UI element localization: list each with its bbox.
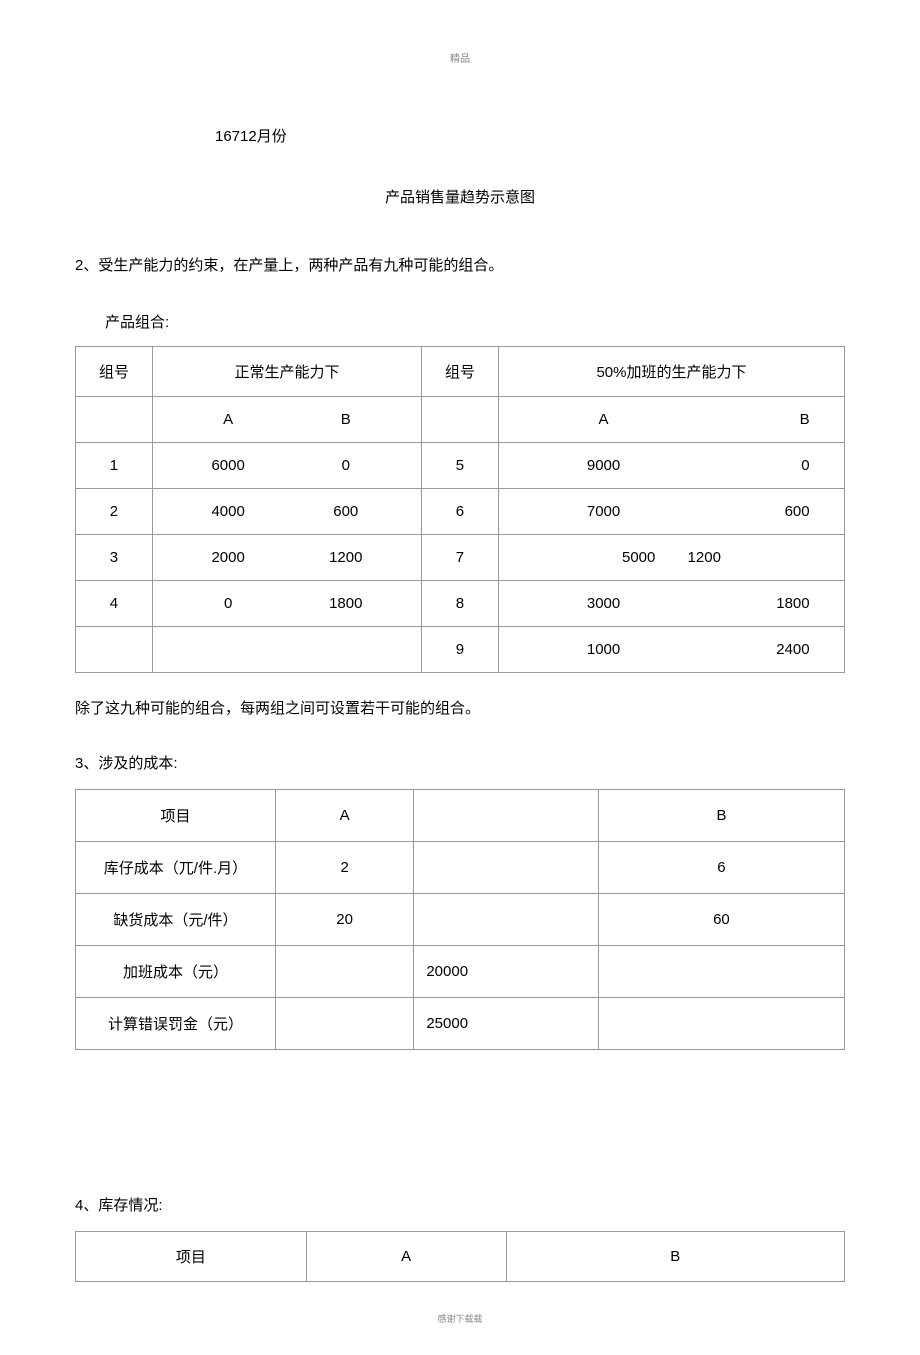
table-cell <box>275 998 413 1050</box>
table-header: 组号 <box>422 347 499 397</box>
cell-value: 7000 <box>521 503 686 520</box>
table-header: 组号 <box>76 347 153 397</box>
table-row: 项目 A B <box>76 790 845 842</box>
table-cell: 计算错误罚金（元） <box>76 998 276 1050</box>
inventory-table: 项目 A B <box>75 1231 845 1282</box>
sub-header-b: B <box>690 411 822 428</box>
cell-value: 1200 <box>289 549 402 566</box>
cell-value: 0 <box>171 595 284 612</box>
cell-value: 6000 <box>171 457 284 474</box>
table-cell <box>598 998 844 1050</box>
table-header: A <box>275 790 413 842</box>
table-header: 项目 <box>76 790 276 842</box>
table-cell <box>76 627 153 673</box>
cell-value: 1800 <box>690 595 822 612</box>
table-cell: 6000 0 <box>152 443 421 489</box>
table-cell: 4 <box>76 581 153 627</box>
table-cell: 9000 0 <box>498 443 844 489</box>
table-cell: 3 <box>76 535 153 581</box>
table-cell: 5 <box>422 443 499 489</box>
table-cell: 20000 <box>414 946 599 998</box>
cell-value: 600 <box>690 503 822 520</box>
table-row: 2 4000 600 6 7000 600 <box>76 489 845 535</box>
table-cell <box>275 946 413 998</box>
table-cell: 2000 1200 <box>152 535 421 581</box>
table-row: A B A B <box>76 397 845 443</box>
cell-value: 9000 <box>521 457 686 474</box>
cell-value: 5000 <box>622 549 683 566</box>
table-row: 1 6000 0 5 9000 0 <box>76 443 845 489</box>
paragraph-after-table1: 除了这九种可能的组合，每两组之间可设置若干可能的组合。 <box>75 695 845 722</box>
table-cell: 6 <box>422 489 499 535</box>
table-cell: 4000 600 <box>152 489 421 535</box>
table-cell: 25000 <box>414 998 599 1050</box>
cost-table: 项目 A B 库仔成本（兀/件.月） 2 6 缺货成本（元/件） 20 60 加… <box>75 789 845 1050</box>
table-cell: 缺货成本（元/件） <box>76 894 276 946</box>
cell-value: 4000 <box>171 503 284 520</box>
table-row: 缺货成本（元/件） 20 60 <box>76 894 845 946</box>
table-cell: 加班成本（元） <box>76 946 276 998</box>
sub-header-b: B <box>289 411 402 428</box>
table-header: B <box>598 790 844 842</box>
section-4-heading: 4、库存情况: <box>75 1192 845 1219</box>
header-watermark: 精品 <box>75 50 845 65</box>
table-row: 9 1000 2400 <box>76 627 845 673</box>
table-cell <box>414 842 599 894</box>
paragraph-2: 2、受生产能力的约束，在产量上，两种产品有九种可能的组合。 <box>75 252 845 279</box>
table-row: 项目 A B <box>76 1232 845 1282</box>
table-row: 3 2000 1200 7 5000 1200 <box>76 535 845 581</box>
table-cell <box>598 946 844 998</box>
cell-value: 0 <box>289 457 402 474</box>
table-cell: A B <box>152 397 421 443</box>
table-cell: 20 <box>275 894 413 946</box>
table-row: 计算错误罚金（元） 25000 <box>76 998 845 1050</box>
table-cell <box>414 894 599 946</box>
cell-value: 1200 <box>688 549 721 566</box>
table-cell: 8 <box>422 581 499 627</box>
table-cell: 60 <box>598 894 844 946</box>
table-header: A <box>306 1232 506 1282</box>
table-cell: A B <box>498 397 844 443</box>
table-cell: 1 <box>76 443 153 489</box>
table-header <box>414 790 599 842</box>
table-header: 正常生产能力下 <box>152 347 421 397</box>
table-cell <box>422 397 499 443</box>
table-cell: 1000 2400 <box>498 627 844 673</box>
section-3-heading: 3、涉及的成本: <box>75 750 845 777</box>
table-row: 库仔成本（兀/件.月） 2 6 <box>76 842 845 894</box>
product-combo-table: 组号 正常生产能力下 组号 50%加班的生产能力下 A B A B 1 6000… <box>75 346 845 673</box>
sub-header-a: A <box>171 411 284 428</box>
table-cell: 2 <box>275 842 413 894</box>
table-cell: 0 1800 <box>152 581 421 627</box>
table-cell <box>76 397 153 443</box>
table-cell: 7000 600 <box>498 489 844 535</box>
table-header: B <box>506 1232 844 1282</box>
month-line: 16712月份 <box>215 125 845 146</box>
table-cell: 3000 1800 <box>498 581 844 627</box>
footer-text: 感谢下载载 <box>75 1312 845 1325</box>
table-cell: 2 <box>76 489 153 535</box>
table-cell: 7 <box>422 535 499 581</box>
table-row: 4 0 1800 8 3000 1800 <box>76 581 845 627</box>
subtitle: 产品销售量趋势示意图 <box>75 186 845 207</box>
table-cell: 6 <box>598 842 844 894</box>
table-row: 加班成本（元） 20000 <box>76 946 845 998</box>
cell-value: 2000 <box>171 549 284 566</box>
cell-value: 3000 <box>521 595 686 612</box>
product-combo-label: 产品组合: <box>105 311 845 332</box>
table-cell: 库仔成本（兀/件.月） <box>76 842 276 894</box>
cell-value: 1800 <box>289 595 402 612</box>
table-header: 50%加班的生产能力下 <box>498 347 844 397</box>
table-cell: 5000 1200 <box>498 535 844 581</box>
table-cell <box>152 627 421 673</box>
sub-header-a: A <box>521 411 686 428</box>
cell-value: 0 <box>690 457 822 474</box>
cell-value: 600 <box>289 503 402 520</box>
cell-value: 2400 <box>690 641 822 658</box>
cell-value: 1000 <box>521 641 686 658</box>
table-header: 项目 <box>76 1232 307 1282</box>
table-cell: 9 <box>422 627 499 673</box>
table-row: 组号 正常生产能力下 组号 50%加班的生产能力下 <box>76 347 845 397</box>
